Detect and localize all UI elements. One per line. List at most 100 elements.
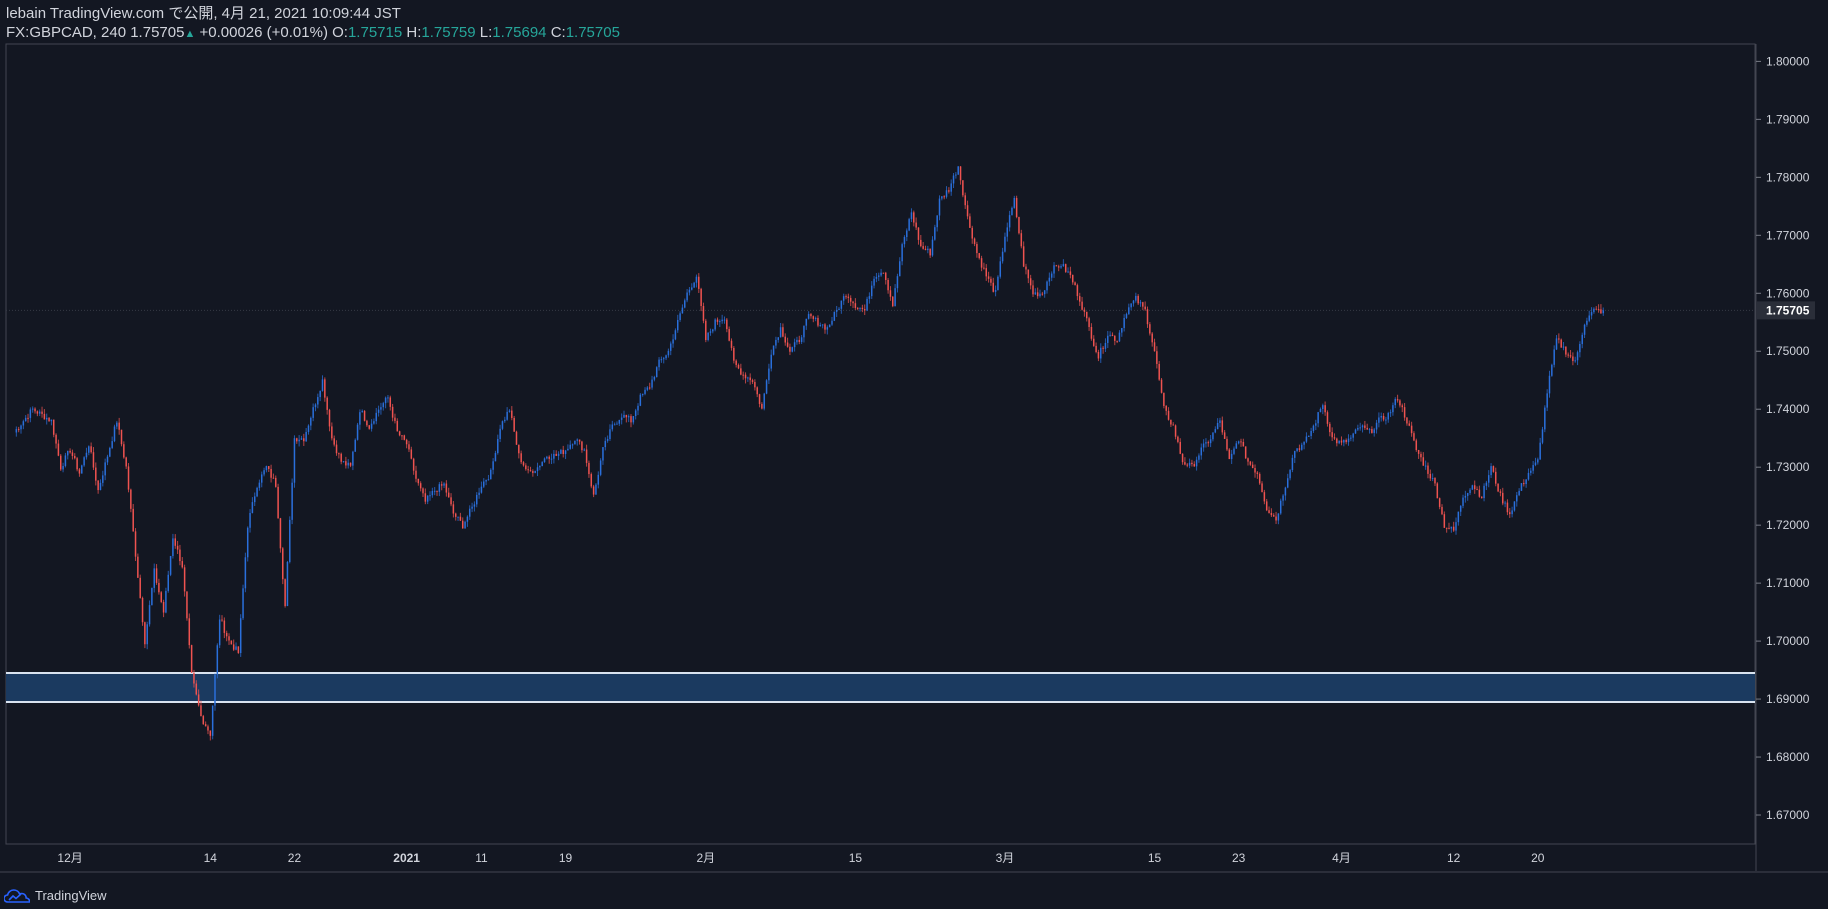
candle-body: [882, 272, 885, 274]
candle-body: [877, 275, 880, 277]
candle-body: [242, 588, 244, 619]
candle-body: [251, 502, 254, 513]
candle-body: [246, 527, 249, 558]
candle-body: [662, 358, 665, 360]
candle-body: [599, 460, 602, 475]
candle-body: [354, 439, 356, 452]
candle-body: [1268, 510, 1270, 513]
candle-body: [405, 439, 408, 445]
candle-body: [1207, 442, 1210, 444]
candle-body: [31, 408, 34, 410]
x-tick-label: 22: [288, 851, 302, 865]
candle-body: [69, 450, 71, 453]
candle-body: [125, 457, 127, 467]
candle-body: [356, 424, 359, 440]
candle-body: [207, 726, 209, 731]
low-label: L:: [479, 24, 493, 41]
candle-body: [459, 516, 462, 521]
candle-body: [658, 359, 660, 368]
candle-body: [564, 450, 567, 454]
candle-body: [529, 470, 532, 472]
candle-body: [282, 548, 284, 580]
candle-body: [938, 198, 941, 216]
candle-body: [174, 538, 177, 546]
y-tick-label: 1.76000: [1766, 286, 1810, 300]
candle-body: [408, 444, 410, 450]
candle-body: [543, 458, 546, 463]
candle-body: [702, 306, 705, 321]
candle-body: [412, 458, 415, 471]
candle-body: [1270, 512, 1273, 516]
candle-body: [934, 227, 936, 240]
candle-body: [1083, 309, 1086, 312]
candle-body: [204, 724, 207, 727]
candle-body: [1326, 412, 1329, 424]
candle-body: [863, 308, 866, 311]
candle-body: [216, 645, 219, 675]
candle-body: [515, 431, 518, 445]
candle-body: [634, 410, 637, 417]
candle-body: [293, 438, 296, 483]
y-tick-label: 1.72000: [1766, 518, 1810, 532]
candle-body: [1492, 466, 1495, 472]
candle-body: [305, 431, 307, 442]
candle-body: [1118, 332, 1121, 342]
tradingview-logo[interactable]: TradingView: [4, 888, 107, 903]
candle-body: [1380, 415, 1382, 418]
candle-body: [990, 278, 992, 283]
candle-body: [920, 239, 922, 247]
candle-body: [1336, 438, 1338, 444]
candle-body: [959, 166, 962, 181]
candle-body: [824, 324, 826, 330]
candle-body: [1167, 410, 1170, 420]
candle-body: [716, 319, 719, 322]
symbol-label[interactable]: FX:GBPCAD, 240: [6, 24, 126, 41]
candle-body: [994, 290, 997, 292]
candle-body: [1027, 269, 1030, 279]
candle-body: [1144, 306, 1146, 310]
candle-body: [873, 278, 875, 286]
candle-body: [34, 408, 36, 412]
candle-body: [585, 449, 588, 463]
candle-body: [1254, 468, 1256, 473]
candle-body: [454, 513, 457, 517]
candle-body: [1242, 442, 1245, 447]
candle-body: [307, 425, 310, 432]
candle-body: [190, 645, 193, 673]
candle-body: [728, 329, 730, 341]
candle-body: [1018, 217, 1020, 234]
candle-body: [616, 423, 618, 425]
candle-body: [380, 407, 382, 410]
candle-body: [723, 319, 726, 321]
candle-body: [1202, 443, 1205, 448]
candle-body: [1303, 441, 1305, 445]
candle-body: [1085, 311, 1088, 319]
candle-body: [754, 382, 756, 388]
candle-body: [415, 470, 417, 479]
candle-body: [896, 276, 899, 289]
tradingview-brand-label: TradingView: [35, 888, 107, 903]
candle-body: [870, 285, 873, 297]
candle-body: [1301, 444, 1303, 450]
candle-body: [1343, 439, 1345, 443]
candle-body: [707, 332, 709, 341]
x-tick-label: 15: [1148, 851, 1162, 865]
candle-body: [887, 279, 889, 291]
candle-body: [1151, 333, 1153, 343]
candle-body: [296, 438, 298, 442]
candle-body: [1156, 351, 1158, 364]
candle-body: [936, 215, 938, 228]
candle-body: [1520, 483, 1523, 491]
candle-body: [361, 410, 363, 413]
candle-body: [803, 325, 805, 338]
candle-body: [370, 423, 373, 429]
y-tick-label: 1.71000: [1766, 576, 1810, 590]
candle-body: [1415, 440, 1418, 450]
candle-body: [1459, 505, 1462, 512]
candle-body: [1555, 338, 1558, 350]
candle-body: [1448, 527, 1450, 529]
candle-body: [847, 296, 850, 298]
candle-body: [57, 443, 60, 456]
candle-body: [1494, 471, 1497, 484]
candlestick-chart[interactable]: 1.67000 1.68000 1.69000 1.70000 1.71000 1.720…: [0, 0, 1828, 909]
